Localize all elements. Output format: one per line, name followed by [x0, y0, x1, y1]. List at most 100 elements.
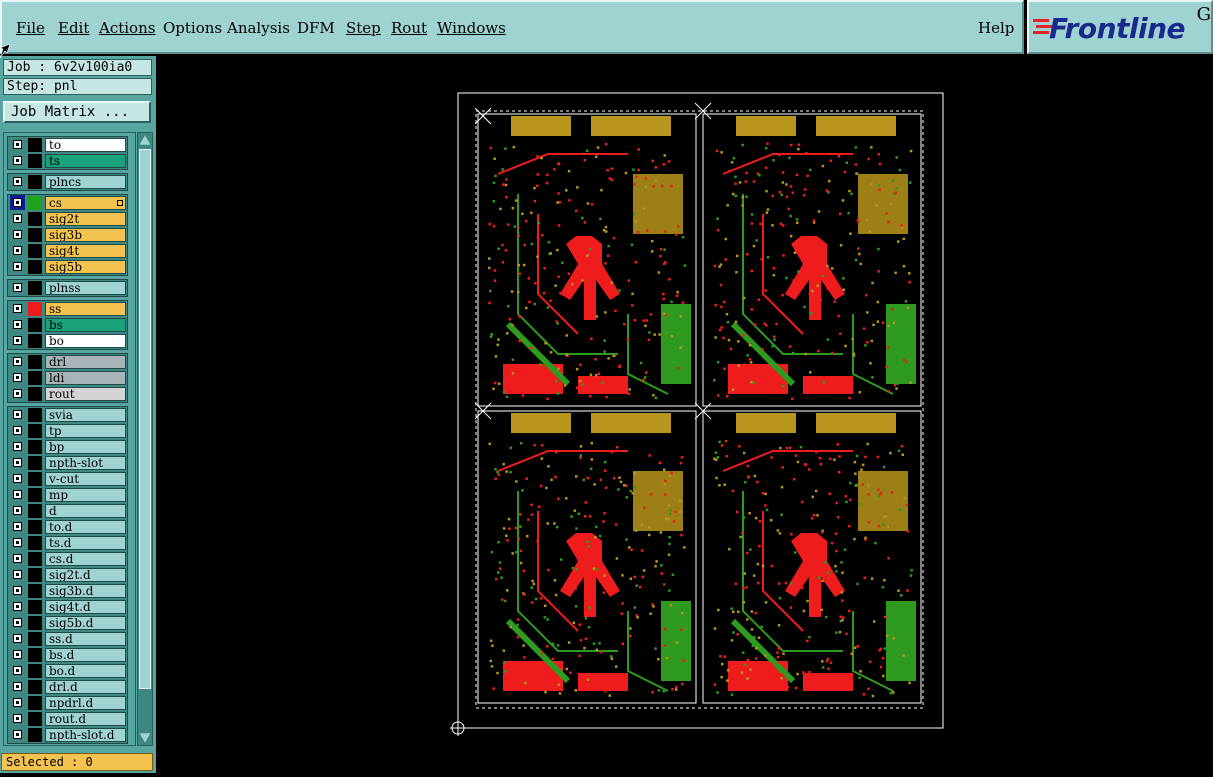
graphics-canvas[interactable]	[158, 56, 1213, 773]
layer-color-swatch[interactable]	[28, 648, 42, 662]
layer-checkbox[interactable]	[13, 730, 22, 739]
layer-color-swatch[interactable]	[28, 281, 42, 295]
layer-name[interactable]: sig5b	[45, 260, 126, 274]
layer-name[interactable]: ts.d	[45, 536, 126, 550]
layer-color-swatch[interactable]	[28, 584, 42, 598]
layer-name[interactable]: to.d	[45, 520, 126, 534]
layer-color-swatch[interactable]	[28, 680, 42, 694]
layer-checkbox[interactable]	[13, 426, 22, 435]
layer-name[interactable]: sig2t.d	[45, 568, 126, 582]
layer-name[interactable]: bs.d	[45, 648, 126, 662]
layer-row-sig2t.d[interactable]: sig2t.d	[8, 567, 127, 583]
layer-row-sig4t[interactable]: sig4t	[8, 243, 127, 259]
layer-name[interactable]: sig3b	[45, 228, 126, 242]
layer-color-swatch[interactable]	[28, 488, 42, 502]
layer-name[interactable]: bp	[45, 440, 126, 454]
layer-name[interactable]: bs	[45, 318, 126, 332]
layer-color-swatch[interactable]	[28, 568, 42, 582]
layer-color-swatch[interactable]	[28, 408, 42, 422]
layer-name[interactable]: rout.d	[45, 712, 126, 726]
layer-row-rout.d[interactable]: rout.d	[8, 711, 127, 727]
layer-row-tp[interactable]: tp	[8, 423, 127, 439]
layer-color-swatch[interactable]	[28, 138, 42, 152]
layer-checkbox[interactable]	[13, 246, 22, 255]
layer-color-swatch[interactable]	[28, 440, 42, 454]
layer-color-swatch[interactable]	[28, 696, 42, 710]
layer-name[interactable]: d	[45, 504, 126, 518]
layer-name[interactable]: ts	[45, 154, 126, 168]
layer-color-swatch[interactable]	[28, 664, 42, 678]
layer-checkbox[interactable]	[13, 304, 22, 313]
layer-row-sig4t.d[interactable]: sig4t.d	[8, 599, 127, 615]
layer-row-mp[interactable]: mp	[8, 487, 127, 503]
scroll-down-icon[interactable]	[139, 733, 151, 743]
layer-name[interactable]: cs	[45, 196, 126, 210]
layer-row-drl.d[interactable]: drl.d	[8, 679, 127, 695]
menu-file[interactable]: File	[16, 19, 45, 37]
menu-windows[interactable]: Windows	[437, 19, 506, 37]
layer-checkbox[interactable]	[13, 474, 22, 483]
layer-row-bs.d[interactable]: bs.d	[8, 647, 127, 663]
layer-row-sig3b.d[interactable]: sig3b.d	[8, 583, 127, 599]
layer-checkbox[interactable]	[13, 522, 22, 531]
layer-checkbox[interactable]	[13, 156, 22, 165]
layer-color-swatch[interactable]	[28, 302, 42, 316]
layer-name[interactable]: bo	[45, 334, 126, 348]
layer-name[interactable]: sig5b.d	[45, 616, 126, 630]
menu-options[interactable]: Options	[163, 19, 222, 37]
layer-name[interactable]: mp	[45, 488, 126, 502]
layer-checkbox[interactable]	[13, 602, 22, 611]
layer-name[interactable]: cs.d	[45, 552, 126, 566]
layer-row-npdrl.d[interactable]: npdrl.d	[8, 695, 127, 711]
layer-color-swatch[interactable]	[28, 371, 42, 385]
layer-row-ldi[interactable]: ldi	[8, 370, 127, 386]
layer-checkbox[interactable]	[13, 320, 22, 329]
layer-color-swatch[interactable]	[28, 712, 42, 726]
layer-name[interactable]: npth-slot	[45, 456, 126, 470]
scroll-thumb[interactable]	[139, 149, 151, 689]
layer-row-v-cut[interactable]: v-cut	[8, 471, 127, 487]
layer-color-swatch[interactable]	[28, 355, 42, 369]
layer-checkbox[interactable]	[13, 682, 22, 691]
layer-checkbox[interactable]	[13, 177, 22, 186]
layer-name[interactable]: drl.d	[45, 680, 126, 694]
layer-color-swatch[interactable]	[28, 472, 42, 486]
layer-name[interactable]: ss.d	[45, 632, 126, 646]
pcb-panel-view[interactable]	[158, 56, 1213, 773]
layer-name[interactable]: ss	[45, 302, 126, 316]
layer-checkbox[interactable]	[13, 634, 22, 643]
layer-checkbox[interactable]	[13, 490, 22, 499]
layer-color-swatch[interactable]	[28, 244, 42, 258]
job-matrix-button[interactable]: Job Matrix ...	[3, 101, 151, 123]
layer-checkbox[interactable]	[13, 336, 22, 345]
layer-color-swatch[interactable]	[28, 632, 42, 646]
layer-color-swatch[interactable]	[28, 175, 42, 189]
layer-name[interactable]: npth-slot.d	[45, 728, 126, 742]
layer-name[interactable]: v-cut	[45, 472, 126, 486]
layer-color-swatch[interactable]	[28, 154, 42, 168]
layer-color-swatch[interactable]	[28, 456, 42, 470]
layer-row-ss[interactable]: ss	[8, 301, 127, 317]
layer-color-swatch[interactable]	[28, 228, 42, 242]
layer-row-cs.d[interactable]: cs.d	[8, 551, 127, 567]
layer-checkbox[interactable]	[13, 389, 22, 398]
layer-name[interactable]: sig4t	[45, 244, 126, 258]
layer-row-npth-slot.d[interactable]: npth-slot.d	[8, 727, 127, 743]
layer-row-plncs[interactable]: plncs	[8, 174, 127, 190]
layer-checkbox[interactable]	[13, 506, 22, 515]
layer-checkbox[interactable]	[13, 357, 22, 366]
layer-color-swatch[interactable]	[28, 334, 42, 348]
layer-row-plnss[interactable]: plnss	[8, 280, 127, 296]
layer-row-rout[interactable]: rout	[8, 386, 127, 402]
layer-name[interactable]: rout	[45, 387, 126, 401]
layer-color-swatch[interactable]	[28, 212, 42, 226]
layer-name[interactable]: drl	[45, 355, 126, 369]
menu-help[interactable]: Help	[978, 19, 1014, 37]
layer-checkbox[interactable]	[13, 140, 22, 149]
layer-name[interactable]: bo.d	[45, 664, 126, 678]
layer-checkbox[interactable]	[13, 214, 22, 223]
layer-color-swatch[interactable]	[28, 552, 42, 566]
menu-actions[interactable]: Actions	[99, 19, 155, 37]
layer-name[interactable]: tp	[45, 424, 126, 438]
layer-color-swatch[interactable]	[28, 728, 42, 742]
